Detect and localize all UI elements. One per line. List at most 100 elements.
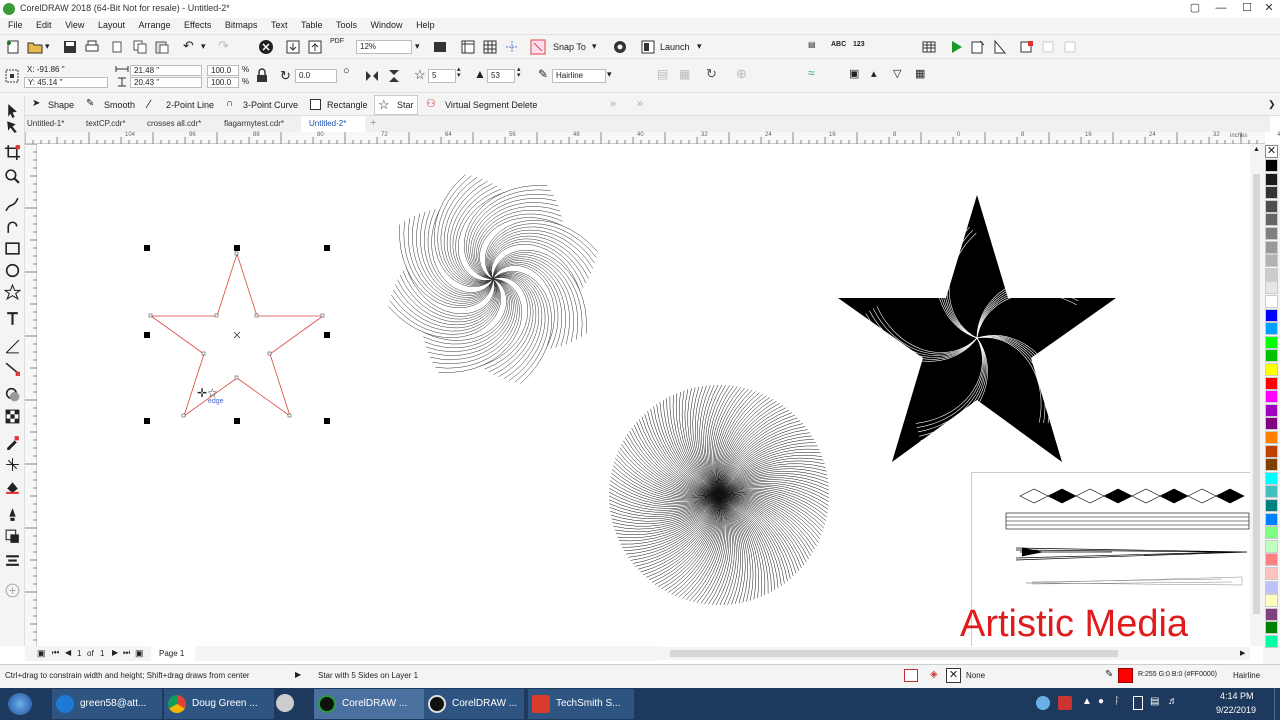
palette-swatch[interactable] [1265, 594, 1278, 608]
taskbar-item-coreldraw-2[interactable]: CorelDRAW ... [424, 689, 524, 719]
palette-swatch[interactable] [1265, 267, 1278, 281]
open-folder-icon[interactable] [27, 39, 43, 55]
taskbar-item-chrome[interactable]: Doug Green ... [164, 689, 274, 719]
clock-time[interactable]: 4:14 PM [1220, 691, 1254, 701]
palette-swatch[interactable] [1265, 458, 1278, 472]
launch-button[interactable]: Launch [660, 42, 690, 52]
arrange-icon-3[interactable]: ▽ [893, 67, 901, 80]
eyedropper-icon[interactable] [4, 434, 21, 451]
selection-handle-br[interactable] [324, 418, 330, 424]
tray-icon-3[interactable]: ● [1098, 696, 1104, 707]
save-icon[interactable] [62, 39, 78, 55]
shape-tool-label[interactable]: Shape [48, 100, 74, 110]
two-point-line-icon[interactable]: ∕ [148, 97, 150, 111]
mirror-horizontal-icon[interactable] [364, 68, 380, 84]
palette-swatch[interactable] [1265, 199, 1278, 213]
lock-ratio-icon[interactable] [254, 68, 270, 84]
outline-pen-icon-tool[interactable] [4, 506, 21, 523]
palette-swatch[interactable] [1265, 322, 1278, 336]
add-tool-icon[interactable] [4, 582, 21, 599]
network-icon[interactable]: ▤ [1150, 696, 1159, 707]
new-document-icon[interactable] [5, 39, 21, 55]
menu-layout[interactable]: Layout [98, 18, 125, 30]
play-macro-icon[interactable] [948, 39, 964, 55]
show-desktop-button[interactable] [1274, 688, 1280, 720]
drawing-canvas[interactable]: ✛☆ edge Artistic Media [37, 144, 1250, 646]
outline-color-swatch[interactable] [1118, 668, 1133, 683]
artistic-media-text[interactable]: Artistic Media [960, 603, 1188, 646]
tab-untitled-2[interactable]: Untitled-2* [309, 119, 346, 128]
sharpness-spinner-icon[interactable]: ▴ ▾ [517, 66, 521, 79]
launch-icon[interactable] [640, 39, 656, 55]
palette-swatch[interactable] [1265, 363, 1278, 376]
shape-icon[interactable] [4, 118, 21, 135]
align-icon[interactable] [4, 552, 21, 569]
palette-swatch[interactable] [1265, 567, 1278, 580]
cut-icon[interactable] [110, 39, 126, 55]
swirl-spiral-artwork[interactable] [378, 164, 608, 394]
virtual-segment-delete-label[interactable]: Virtual Segment Delete [445, 100, 537, 110]
rotation-field[interactable]: 0.0 [295, 69, 337, 83]
palette-swatch[interactable] [1265, 580, 1278, 594]
palette-swatch[interactable] [1265, 281, 1278, 295]
stop-record-icon[interactable] [1019, 39, 1035, 55]
palette-swatch[interactable] [1265, 635, 1278, 648]
add-tab-icon[interactable]: + [370, 117, 376, 129]
palette-swatch[interactable] [1265, 254, 1278, 268]
snap-to-button[interactable]: Snap To [553, 42, 586, 52]
palette-swatch[interactable] [1265, 308, 1278, 322]
palette-swatch[interactable] [1265, 512, 1278, 526]
toolbar-overflow-icon-2[interactable]: » [637, 98, 643, 110]
star-tool-label[interactable]: Star [397, 100, 414, 110]
horizontal-scroll-thumb[interactable] [670, 650, 1118, 657]
bluetooth-icon[interactable]: ᛛ [1114, 696, 1120, 707]
palette-swatch[interactable] [1265, 390, 1278, 404]
menu-help[interactable]: Help [416, 18, 435, 30]
options-gear-icon[interactable] [612, 39, 628, 55]
artistic-media-icon[interactable] [4, 218, 21, 235]
height-field[interactable]: 20.43 " [130, 77, 202, 88]
crop-icon[interactable] [4, 144, 21, 161]
star-points-field[interactable]: 5 [428, 69, 456, 83]
radial-circle-artwork[interactable] [604, 380, 834, 610]
menu-text[interactable]: Text [271, 18, 288, 30]
prev-page-icon[interactable]: ◀ [65, 648, 71, 657]
palette-swatch[interactable] [1265, 485, 1278, 499]
export-icon[interactable] [307, 39, 323, 55]
palette-swatch[interactable] [1265, 417, 1278, 431]
palette-swatch[interactable] [1265, 621, 1278, 635]
menu-edit[interactable]: Edit [36, 18, 52, 30]
print-icon[interactable] [84, 39, 100, 55]
text-icon[interactable] [4, 310, 21, 327]
drop-shadow-icon[interactable] [4, 386, 21, 403]
scale-height-field[interactable]: 100.0 [207, 77, 239, 88]
last-page-icon[interactable]: ⏭ [123, 648, 130, 658]
search-content-icon[interactable] [258, 39, 274, 55]
import-icon[interactable] [285, 39, 301, 55]
launch-dropdown-icon[interactable]: ▾ [697, 41, 702, 52]
palette-swatch[interactable] [1265, 186, 1278, 200]
undo-icon[interactable]: ↶ [183, 38, 194, 54]
palette-swatch[interactable] [1265, 553, 1278, 567]
show-guidelines-icon[interactable] [504, 39, 520, 55]
width-field[interactable]: 21.48 " [130, 65, 202, 76]
fill-none-swatch-icon[interactable]: ✕ [946, 668, 961, 683]
artistic-media-panel[interactable]: Artistic Media [960, 472, 1250, 646]
palette-swatch[interactable] [1265, 376, 1278, 390]
selection-handle-ml[interactable] [144, 332, 150, 338]
transparency-icon[interactable] [4, 408, 21, 425]
palette-swatch[interactable] [1265, 444, 1278, 458]
snap-to-dropdown-icon[interactable]: ▾ [592, 41, 597, 52]
mirror-vertical-icon[interactable] [386, 68, 402, 84]
menu-view[interactable]: View [65, 18, 84, 30]
horizontal-scrollbar[interactable]: ◀ ▶ [654, 647, 1250, 660]
palette-swatch[interactable] [1265, 499, 1278, 512]
redo-icon[interactable]: ↷ [218, 38, 229, 54]
selection-handle-tl[interactable] [144, 245, 150, 251]
palette-swatch[interactable] [1265, 539, 1278, 553]
menu-arrange[interactable]: Arrange [138, 18, 170, 30]
page-fit-icon[interactable]: ▣ [37, 648, 46, 659]
menu-file[interactable]: File [8, 18, 23, 30]
tab-crosses-all[interactable]: crosses all.cdr* [147, 119, 201, 128]
macro-record-icon[interactable] [992, 39, 1008, 55]
